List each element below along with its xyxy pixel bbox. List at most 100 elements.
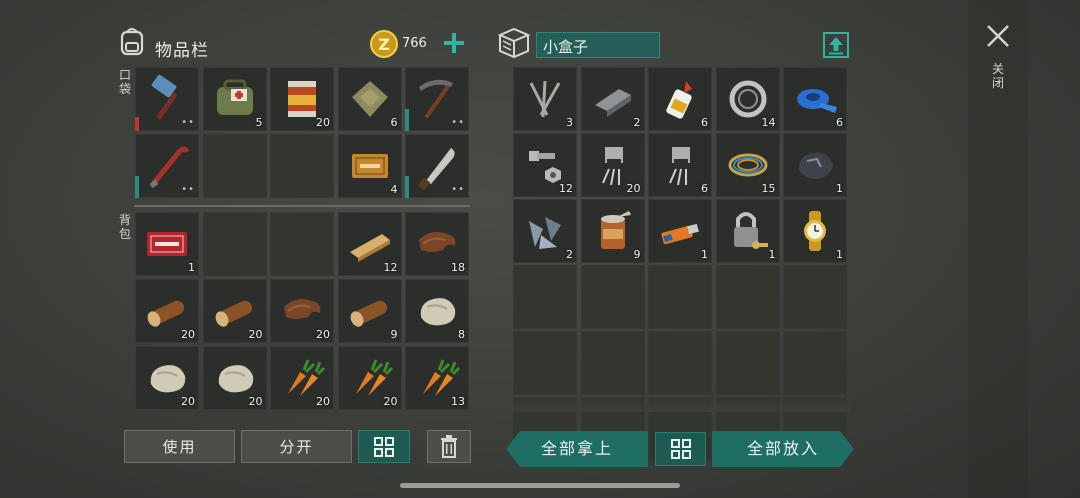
container-sort-grid-button[interactable] xyxy=(655,432,706,466)
close-button[interactable] xyxy=(986,24,1010,48)
item-quantity: 12 xyxy=(559,182,573,195)
right_panel.items-slot[interactable] xyxy=(648,265,712,329)
item-quantity: 5 xyxy=(255,116,263,129)
take-all-label: 全部拿上 xyxy=(540,439,613,458)
item-quantity: 20 xyxy=(316,328,330,341)
left_panel.backpack-slot[interactable]: 13 xyxy=(405,346,469,410)
left_panel.backpack-slot[interactable]: 8 xyxy=(405,279,469,343)
right_panel.items-slot[interactable]: 1 xyxy=(783,199,847,263)
right_panel.items-slot[interactable]: 1 xyxy=(715,199,780,263)
item-quantity: 20 xyxy=(316,395,330,408)
left_panel.pocket-slot[interactable]: •• xyxy=(405,67,469,131)
backpack-label: 背包 xyxy=(118,213,131,241)
item-quantity: 2 xyxy=(566,248,573,261)
right_panel.items-slot[interactable]: 3 xyxy=(513,67,577,131)
left_panel.pocket-slot[interactable]: 4 xyxy=(337,134,402,198)
left_panel.backpack-slot[interactable] xyxy=(270,212,334,276)
left_panel.backpack-slot[interactable]: 20 xyxy=(202,346,267,410)
right_panel.items-slot[interactable] xyxy=(513,265,577,329)
sort-grid-button[interactable] xyxy=(358,430,410,463)
use-button[interactable]: 使用 xyxy=(124,430,235,463)
durability-bar xyxy=(405,109,409,131)
svg-text:Z: Z xyxy=(378,35,390,54)
durability-bar xyxy=(135,117,139,131)
right_panel.items-slot[interactable] xyxy=(513,331,577,395)
metal-bar-icon xyxy=(589,75,637,123)
right_panel.items-slot[interactable]: 1 xyxy=(783,133,847,197)
item-quantity: 12 xyxy=(383,261,398,274)
left_panel.pocket-slot[interactable] xyxy=(270,134,334,198)
right_panel.items-slot[interactable] xyxy=(783,265,847,329)
left_panel.pocket-slot[interactable]: •• xyxy=(135,67,199,131)
right_panel.items-slot[interactable]: 6 xyxy=(648,67,712,131)
left_panel.pocket-slot[interactable] xyxy=(202,134,267,198)
left_panel.pocket-slot[interactable]: 20 xyxy=(270,67,334,131)
stone-icon xyxy=(413,287,461,335)
left_panel.backpack-slot[interactable]: 1 xyxy=(135,212,199,276)
left_panel.backpack-slot[interactable]: 12 xyxy=(337,212,402,276)
nails-icon xyxy=(521,75,569,123)
left_panel.pocket-slot[interactable]: •• xyxy=(405,134,469,198)
machete-icon xyxy=(413,142,461,191)
take-all-button[interactable]: 全部拿上 xyxy=(506,431,648,467)
section-divider xyxy=(134,205,470,207)
upload-button[interactable] xyxy=(823,32,849,58)
right_panel.items-slot[interactable]: 9 xyxy=(580,199,645,263)
right_panel.items-slot[interactable] xyxy=(783,331,847,395)
container-name-field[interactable]: 小盒子 xyxy=(536,32,660,58)
right_panel.items-slot[interactable]: 6 xyxy=(783,67,847,131)
left_panel.backpack-slot[interactable]: 20 xyxy=(202,279,267,343)
right_panel.items-slot[interactable] xyxy=(580,331,645,395)
right_panel.items-slot[interactable]: 12 xyxy=(513,133,577,197)
hammer-icon xyxy=(143,74,191,123)
left_panel.backpack-slot[interactable]: 20 xyxy=(135,279,199,343)
item-quantity: 6 xyxy=(390,116,398,129)
container-name: 小盒子 xyxy=(543,38,589,56)
item-quantity: 9 xyxy=(633,248,641,261)
more-dots: •• xyxy=(451,184,465,195)
left_panel.backpack-slot[interactable] xyxy=(202,212,267,276)
item-quantity: 2 xyxy=(633,116,641,129)
right_panel.items-slot[interactable]: 6 xyxy=(648,133,712,197)
add-coins-button[interactable] xyxy=(442,31,466,55)
item-quantity: 14 xyxy=(761,116,776,129)
left_panel.backpack-slot[interactable]: 18 xyxy=(405,212,469,276)
close-label[interactable]: 关闭 xyxy=(991,62,1005,90)
medkit-bag-icon xyxy=(211,75,259,123)
right_panel.items-slot[interactable] xyxy=(715,265,780,329)
wristwatch-icon xyxy=(791,207,839,255)
left_panel.pocket-slot[interactable]: 5 xyxy=(202,67,267,131)
item-quantity: 18 xyxy=(451,261,465,274)
grid-icon xyxy=(374,437,394,457)
left_panel.backpack-slot[interactable]: 20 xyxy=(270,279,334,343)
padlock-key-icon xyxy=(724,207,772,255)
item-quantity: 1 xyxy=(701,248,708,261)
right_panel.items-slot[interactable] xyxy=(648,331,712,395)
right_panel.items-slot[interactable]: 14 xyxy=(715,67,780,131)
tin-can-icon xyxy=(589,207,637,255)
box-icon xyxy=(497,27,531,59)
left_panel.backpack-slot[interactable]: 20 xyxy=(337,346,402,410)
durability-bar xyxy=(135,176,139,198)
right_panel.items-slot[interactable] xyxy=(715,331,780,395)
item-quantity: 1 xyxy=(188,261,195,274)
put-all-button[interactable]: 全部放入 xyxy=(712,431,854,467)
right_panel.items-slot[interactable]: 1 xyxy=(648,199,712,263)
left_panel.backpack-slot[interactable]: 20 xyxy=(135,346,199,410)
right_panel.items-slot[interactable] xyxy=(580,265,645,329)
right_panel.items-slot[interactable]: 2 xyxy=(580,67,645,131)
metal-scrap-icon xyxy=(521,207,569,255)
left_panel.backpack-slot[interactable]: 20 xyxy=(270,346,334,410)
right_panel.items-slot[interactable]: 20 xyxy=(580,133,645,197)
left_panel.pocket-slot[interactable]: •• xyxy=(135,134,199,198)
left_panel.backpack-slot[interactable]: 9 xyxy=(337,279,402,343)
home-indicator xyxy=(400,483,680,488)
item-quantity: 6 xyxy=(836,116,843,129)
split-button[interactable]: 分开 xyxy=(241,430,352,463)
more-dots: •• xyxy=(181,117,195,128)
put-all-label: 全部放入 xyxy=(746,439,819,458)
trash-button[interactable] xyxy=(427,430,471,463)
right_panel.items-slot[interactable]: 2 xyxy=(513,199,577,263)
left_panel.pocket-slot[interactable]: 6 xyxy=(337,67,402,131)
right_panel.items-slot[interactable]: 15 xyxy=(715,133,780,197)
